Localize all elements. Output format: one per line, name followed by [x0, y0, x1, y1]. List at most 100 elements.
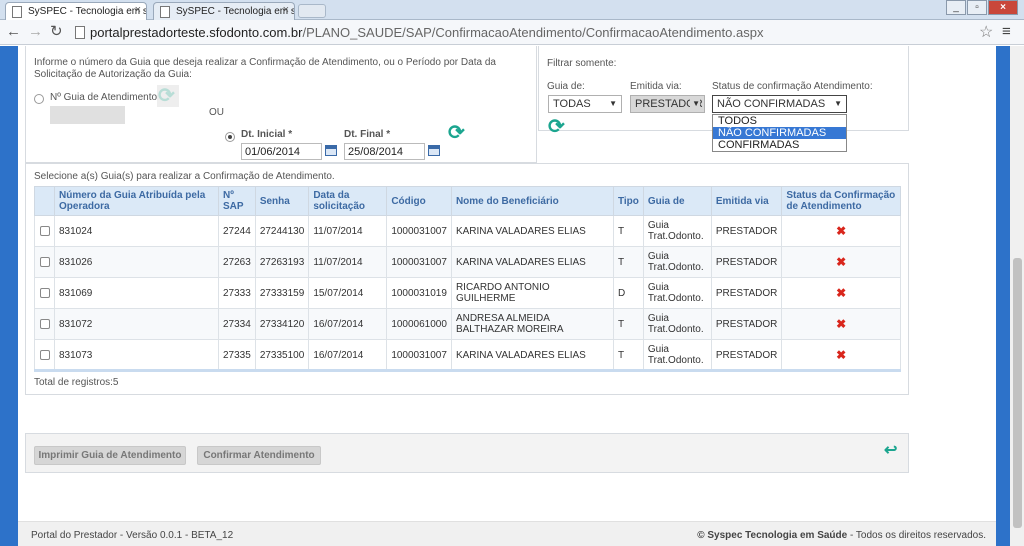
status-option-todos[interactable]: TODOS	[713, 115, 846, 127]
cell-nome: KARINA VALADARES ELIAS	[450, 215, 614, 247]
tab-label: SySPEC - Tecnologia em s	[28, 6, 147, 17]
col-sap: Nº SAP	[218, 186, 256, 216]
row-checkbox[interactable]	[39, 225, 50, 236]
cell-codigo: 1000031019	[386, 277, 452, 309]
chevron-down-icon: ▼	[834, 99, 842, 108]
minimize-icon[interactable]: _	[946, 0, 966, 15]
results-title: Selecione a(s) Guia(s) para realizar a C…	[34, 171, 335, 182]
col-tipo: Tipo	[612, 186, 644, 216]
refresh-icon: ⟳	[158, 85, 175, 107]
cell-codigo: 1000031007	[386, 215, 452, 247]
cell-status: ✖	[781, 246, 901, 278]
cell-nome: RICARDO ANTONIO GUILHERME	[450, 277, 614, 309]
cell-nome: KARINA VALADARES ELIAS	[450, 246, 614, 278]
cell-guia-de: Guia Trat.Odonto.	[642, 339, 712, 371]
cell-emitida: PRESTADOR	[710, 215, 783, 247]
cell-guia: 831026	[54, 246, 219, 278]
status-select[interactable]: NÃO CONFIRMADAS ▼	[712, 95, 847, 113]
cell-codigo: 1000031007	[386, 339, 452, 371]
cell-status: ✖	[781, 215, 901, 247]
calendar-icon[interactable]	[428, 145, 440, 156]
guia-refresh-button[interactable]: ⟳	[157, 85, 179, 107]
cell-emitida: PRESTADOR	[710, 277, 783, 309]
table-row[interactable]: 831072 27334 27334120 16/07/2014 1000061…	[34, 308, 901, 340]
not-confirmed-x-icon: ✖	[836, 286, 847, 300]
row-checkbox[interactable]	[39, 287, 50, 298]
col-guia: Número da Guia Atribuída pela Operadora	[54, 186, 219, 216]
reload-icon[interactable]: ↻	[50, 24, 63, 40]
row-checkbox-cell	[34, 277, 55, 309]
search-refresh-icon[interactable]: ⟳	[448, 120, 465, 145]
page-icon	[75, 26, 85, 39]
table-row[interactable]: 831024 27244 27244130 11/07/2014 1000031…	[34, 215, 901, 247]
confirm-button[interactable]: Confirmar Atendimento	[197, 446, 321, 465]
cell-tipo: T	[612, 215, 644, 247]
status-option-nao-confirmadas[interactable]: NÃO CONFIRMADAS	[713, 127, 846, 139]
chevron-down-icon: ▼	[609, 99, 617, 108]
window-close-icon[interactable]: ×	[988, 0, 1018, 15]
scrollbar[interactable]	[1010, 46, 1024, 546]
new-tab-button[interactable]	[298, 4, 326, 18]
table-row[interactable]: 831026 27263 27263193 11/07/2014 1000031…	[34, 246, 901, 278]
row-checkbox[interactable]	[39, 256, 50, 267]
page-icon	[12, 6, 22, 18]
cell-sap: 27244	[218, 215, 256, 247]
print-guia-button[interactable]: Imprimir Guia de Atendimento	[34, 446, 186, 465]
cell-guia-de: Guia Trat.Odonto.	[642, 308, 712, 340]
close-icon[interactable]: ×	[283, 4, 289, 16]
menu-icon[interactable]: ≡	[1002, 23, 1011, 40]
col-checkbox	[34, 186, 55, 216]
guia-radio[interactable]	[34, 94, 44, 104]
cell-codigo: 1000061000	[386, 308, 452, 340]
row-checkbox[interactable]	[39, 318, 50, 329]
address-bar[interactable]: portalprestadorteste.sfodonto.com.br/PLA…	[90, 25, 763, 40]
emitida-via-label: Emitida via:	[630, 81, 682, 92]
cell-sap: 27334	[218, 308, 256, 340]
bookmark-star-icon[interactable]: ☆	[979, 22, 993, 42]
col-guia-de: Guia de	[642, 186, 712, 216]
calendar-icon[interactable]	[325, 145, 337, 156]
dt-inicial-input[interactable]: 01/06/2014	[241, 143, 322, 160]
cell-guia: 831072	[54, 308, 219, 340]
close-icon[interactable]: ×	[135, 4, 141, 16]
scrollbar-thumb[interactable]	[1013, 258, 1022, 528]
guia-de-select[interactable]: TODAS ▼	[548, 95, 622, 113]
cell-nome: KARINA VALADARES ELIAS	[450, 339, 614, 371]
restore-icon[interactable]: ▫	[967, 0, 987, 15]
forward-arrow-icon[interactable]: →	[28, 24, 43, 40]
row-checkbox-cell	[34, 339, 55, 371]
col-emitida: Emitida via	[710, 186, 783, 216]
not-confirmed-x-icon: ✖	[836, 317, 847, 331]
footer-rights-wrap: © Syspec Tecnologia em Saúde - Todos os …	[697, 530, 986, 541]
guia-de-value: TODAS	[553, 98, 591, 110]
table-row[interactable]: 831073 27335 27335100 16/07/2014 1000031…	[34, 339, 901, 371]
period-radio[interactable]	[225, 132, 235, 142]
dt-inicial-label: Dt. Inicial *	[241, 129, 293, 140]
browser-tab[interactable]: SySPEC - Tecnologia em s ×	[153, 2, 295, 20]
cell-data: 11/07/2014	[308, 246, 388, 278]
window-controls: _ ▫ ×	[946, 0, 1018, 16]
filter-refresh-icon[interactable]: ⟳	[548, 114, 565, 139]
row-checkbox[interactable]	[39, 349, 50, 360]
url-host: portalprestadorteste.sfodonto.com.br	[90, 25, 303, 40]
cell-emitida: PRESTADOR	[710, 246, 783, 278]
cell-data: 15/07/2014	[308, 277, 388, 309]
cell-nome: ANDRESA ALMEIDA BALTHAZAR MOREIRA	[450, 308, 614, 340]
cell-tipo: T	[612, 308, 644, 340]
dt-final-input[interactable]: 25/08/2014	[344, 143, 425, 160]
guia-number-input[interactable]	[50, 106, 125, 124]
col-nome: Nome do Beneficiário	[450, 186, 614, 216]
page-icon	[160, 6, 170, 18]
status-option-confirmadas[interactable]: CONFIRMADAS	[713, 139, 846, 151]
back-arrow-icon[interactable]: ←	[6, 24, 21, 40]
reset-arrow-icon[interactable]: ↩	[884, 440, 897, 460]
status-dropdown-list: TODOS NÃO CONFIRMADAS CONFIRMADAS	[712, 114, 847, 152]
cell-guia-de: Guia Trat.Odonto.	[642, 277, 712, 309]
cell-tipo: T	[612, 339, 644, 371]
cell-sap: 27333	[218, 277, 256, 309]
emitida-via-select[interactable]: PRESTADOR ▼	[630, 95, 705, 113]
not-confirmed-x-icon: ✖	[836, 224, 847, 238]
table-row[interactable]: 831069 27333 27333159 15/07/2014 1000031…	[34, 277, 901, 309]
status-label: Status de confirmação Atendimento:	[712, 81, 873, 92]
browser-tab-active[interactable]: SySPEC - Tecnologia em s ×	[5, 2, 147, 20]
